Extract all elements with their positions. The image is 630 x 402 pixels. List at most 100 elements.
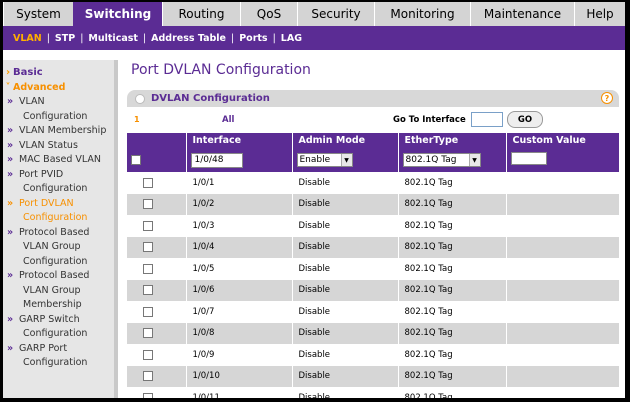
row-custom-value — [506, 387, 620, 398]
column-header-ethertype[interactable]: EtherType — [398, 133, 507, 148]
dvlan-table: Interface Admin Mode EtherType Custom Va… — [127, 133, 620, 398]
tab-routing[interactable]: Routing — [162, 2, 240, 26]
sidebar-item-protocol-vlan-group-config-cont[interactable]: Configuration — [3, 255, 114, 270]
row-checkbox[interactable] — [143, 177, 153, 188]
sidebar-item-vlan-configuration[interactable]: » VLAN — [3, 95, 114, 110]
go-button[interactable]: GO — [507, 111, 543, 128]
subnav-multicast[interactable]: Multicast — [88, 33, 138, 44]
page-all-link[interactable]: All — [222, 115, 234, 125]
sidebar-item-vlan-membership[interactable]: » VLAN Membership — [3, 124, 114, 139]
row-custom-value — [506, 258, 620, 280]
sidebar-item-garp-switch-cont[interactable]: Configuration — [3, 327, 114, 342]
row-checkbox[interactable] — [143, 220, 153, 231]
sidebar-item-garp-port-cont[interactable]: Configuration — [3, 356, 114, 371]
row-admin-mode: Disable — [292, 301, 399, 323]
row-checkbox[interactable] — [143, 263, 153, 274]
main-content: Port DVLAN Configuration DVLAN Configura… — [127, 60, 620, 398]
row-checkbox[interactable] — [143, 199, 153, 209]
subnav-vlan[interactable]: VLAN — [13, 33, 42, 44]
sidebar-item-port-dvlan[interactable]: » Port DVLAN — [3, 197, 114, 212]
chevron-right-icon: » — [7, 125, 14, 136]
table-row[interactable]: 1/0/5 Disable 802.1Q Tag — [127, 258, 620, 280]
table-row[interactable]: 1/0/6 Disable 802.1Q Tag — [127, 279, 620, 301]
subnav-ports[interactable]: Ports — [239, 33, 267, 44]
table-row[interactable]: 1/0/3 Disable 802.1Q Tag — [127, 215, 620, 237]
sidebar-item-protocol-vlan-group-membership-cont[interactable]: VLAN Group — [3, 284, 114, 299]
panel-header: DVLAN Configuration ? — [127, 90, 619, 107]
row-custom-value — [506, 193, 620, 215]
column-header-select — [127, 133, 187, 148]
subnav-lag[interactable]: LAG — [281, 33, 302, 44]
row-ethertype: 802.1Q Tag — [398, 193, 507, 215]
row-interface: 1/0/11 — [186, 387, 293, 398]
row-ethertype: 802.1Q Tag — [398, 258, 507, 280]
row-checkbox[interactable] — [143, 371, 153, 381]
help-icon[interactable]: ? — [601, 92, 613, 104]
tab-security[interactable]: Security — [297, 2, 374, 26]
chevron-right-icon: » — [7, 96, 14, 107]
sidebar-item-label: MAC Based VLAN — [19, 154, 101, 165]
tab-system[interactable]: System — [3, 2, 73, 26]
sidebar-item-port-dvlan-cont[interactable]: Configuration — [3, 211, 114, 226]
row-select-cell — [127, 387, 187, 398]
sidebar-item-protocol-vlan-group-config[interactable]: » Protocol Based — [3, 226, 114, 241]
tab-qos[interactable]: QoS — [240, 2, 297, 26]
sidebar-item-label: Membership — [23, 299, 82, 310]
table-row[interactable]: 1/0/1 Disable 802.1Q Tag — [127, 172, 620, 194]
row-checkbox[interactable] — [143, 328, 153, 338]
row-select-cell — [127, 365, 187, 387]
tab-maintenance[interactable]: Maintenance — [470, 2, 574, 26]
ethertype-value: 802.1Q Tag — [405, 155, 457, 165]
edit-ethertype-cell: 802.1Q Tag ▼ — [398, 148, 507, 172]
sidebar-item-label: VLAN — [19, 96, 45, 107]
tab-monitoring[interactable]: Monitoring — [374, 2, 470, 26]
sidebar-item-protocol-vlan-group-membership[interactable]: » Protocol Based — [3, 269, 114, 284]
row-select-cell — [127, 172, 187, 194]
table-header-row: Interface Admin Mode EtherType Custom Va… — [127, 133, 620, 148]
row-interface: 1/0/9 — [186, 344, 293, 366]
table-row[interactable]: 1/0/8 Disable 802.1Q Tag — [127, 322, 620, 344]
sidebar-item-garp-switch[interactable]: » GARP Switch — [3, 313, 114, 328]
sidebar-basic[interactable]: › Basic — [3, 66, 114, 81]
table-row[interactable]: 1/0/9 Disable 802.1Q Tag — [127, 344, 620, 366]
sidebar-advanced[interactable]: ˅ Advanced — [3, 81, 114, 96]
row-checkbox[interactable] — [143, 242, 153, 252]
row-checkbox[interactable] — [143, 306, 153, 317]
table-row[interactable]: 1/0/7 Disable 802.1Q Tag — [127, 301, 620, 323]
column-header-custom-value[interactable]: Custom Value — [506, 133, 620, 148]
table-row[interactable]: 1/0/11 Disable 802.1Q Tag — [127, 387, 620, 398]
select-all-checkbox[interactable] — [131, 154, 141, 165]
subnav-address-table[interactable]: Address Table — [151, 33, 226, 44]
column-header-interface[interactable]: Interface — [186, 133, 293, 148]
sidebar-item-vlan-configuration-cont[interactable]: Configuration — [3, 110, 114, 125]
table-row[interactable]: 1/0/2 Disable 802.1Q Tag — [127, 193, 620, 215]
row-ethertype: 802.1Q Tag — [398, 322, 507, 344]
sidebar-item-vlan-status[interactable]: » VLAN Status — [3, 139, 114, 154]
tab-help[interactable]: Help — [574, 2, 625, 26]
sidebar-item-protocol-vlan-group-config-cont[interactable]: VLAN Group — [3, 240, 114, 255]
tab-switching[interactable]: Switching — [73, 2, 162, 26]
column-header-admin-mode[interactable]: Admin Mode — [292, 133, 399, 148]
sidebar-item-port-pvid[interactable]: » Port PVID — [3, 168, 114, 183]
sidebar-item-protocol-vlan-group-membership-cont[interactable]: Membership — [3, 298, 114, 313]
sidebar-item-mac-based-vlan[interactable]: » MAC Based VLAN — [3, 153, 114, 168]
table-row[interactable]: 1/0/10 Disable 802.1Q Tag — [127, 365, 620, 387]
admin-mode-select[interactable]: Enable ▼ — [296, 153, 353, 167]
row-select-cell — [127, 322, 187, 344]
panel-bullet-icon — [135, 93, 145, 104]
edit-interface-cell: 1/0/48 — [186, 148, 293, 172]
page-number-link[interactable]: 1 — [134, 115, 140, 124]
ethertype-select[interactable]: 802.1Q Tag ▼ — [402, 153, 481, 167]
custom-value-input[interactable] — [510, 152, 547, 165]
interface-input[interactable]: 1/0/48 — [190, 152, 243, 168]
sidebar-item-port-pvid-cont[interactable]: Configuration — [3, 182, 114, 197]
chevron-right-icon: » — [7, 168, 14, 180]
row-checkbox[interactable] — [143, 392, 153, 398]
row-checkbox[interactable] — [143, 349, 153, 360]
subnav-stp[interactable]: STP — [55, 33, 75, 44]
table-row[interactable]: 1/0/4 Disable 802.1Q Tag — [127, 236, 620, 258]
sidebar-item-garp-port[interactable]: » GARP Port — [3, 342, 114, 357]
row-checkbox[interactable] — [143, 285, 153, 295]
goto-interface-input[interactable] — [471, 112, 503, 127]
subnav-separator: | — [46, 32, 50, 44]
